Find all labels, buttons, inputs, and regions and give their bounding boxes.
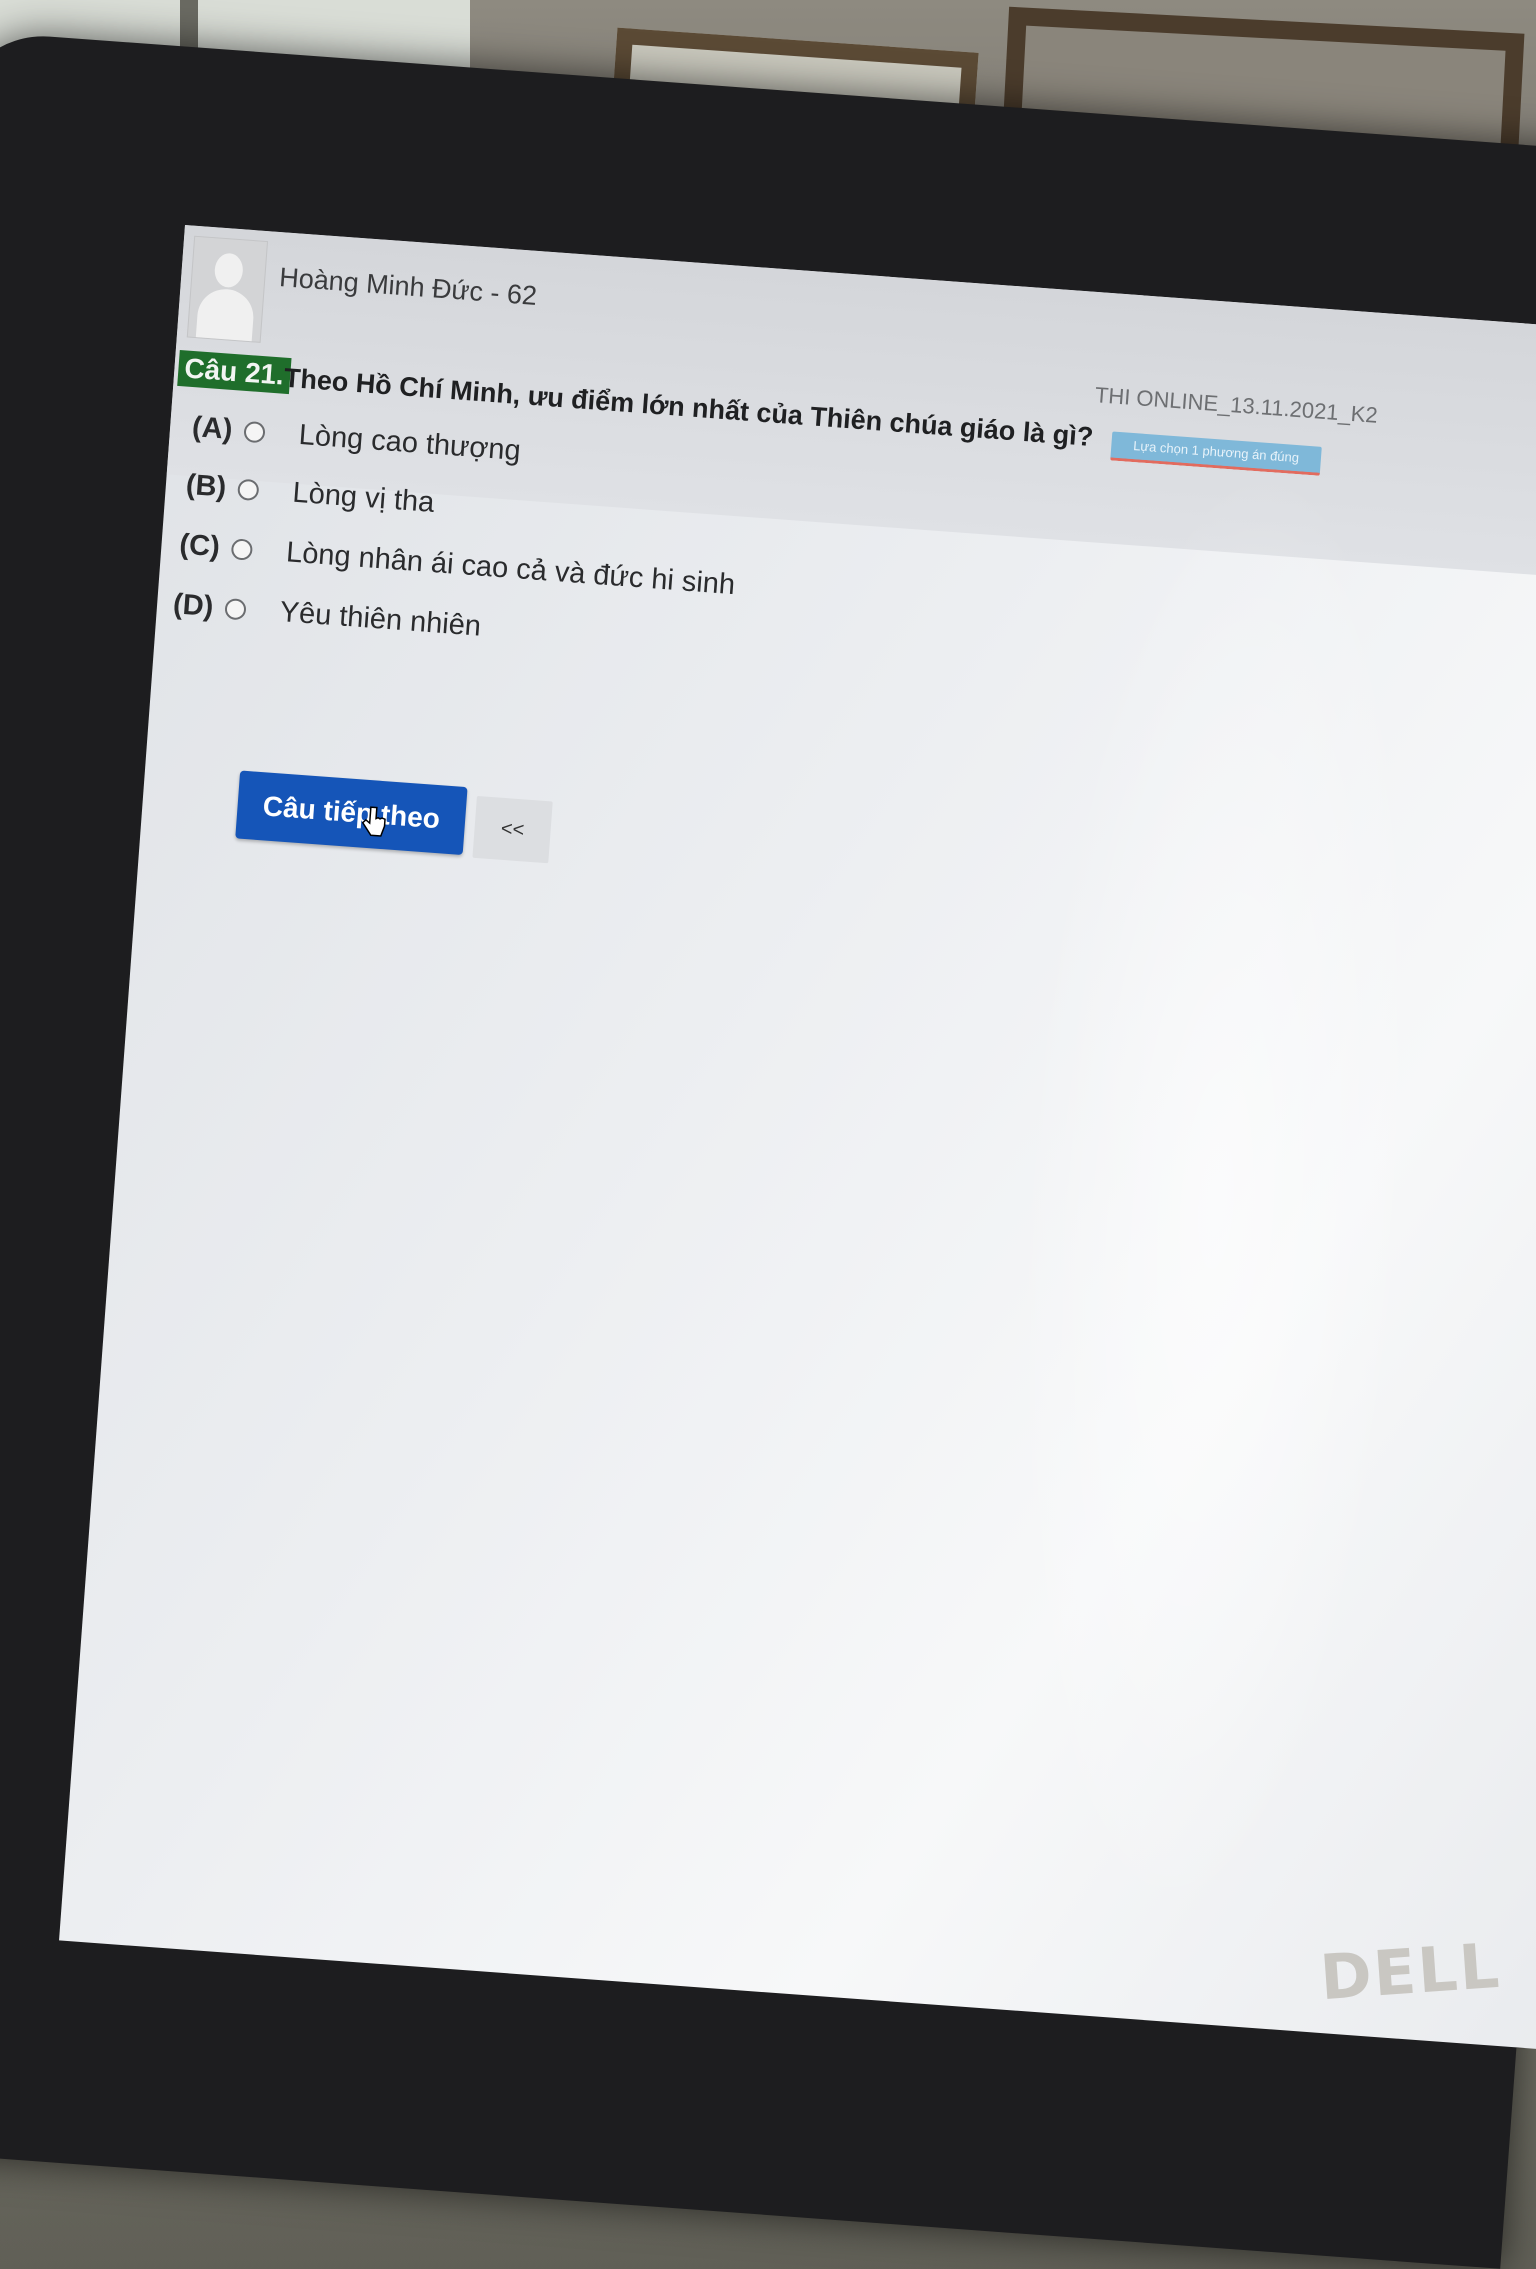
- laptop-screen: Hoàng Minh Đức - 62 THI ONLINE_13.11.202…: [59, 225, 1536, 2051]
- brand-logo: DELL: [1317, 1928, 1504, 2015]
- option-key: (A): [191, 411, 234, 446]
- radio-icon[interactable]: [224, 597, 247, 621]
- hand-cursor-icon: [361, 806, 386, 837]
- avatar: [186, 235, 269, 343]
- option-key: (D): [172, 588, 215, 624]
- option-c[interactable]: (C) Lòng nhân ái cao cả và đức hi sinh: [178, 529, 736, 603]
- option-key: (C): [178, 528, 221, 564]
- option-text: Lòng nhân ái cao cả và đức hi sinh: [285, 536, 737, 602]
- option-text: Yêu thiên nhiên: [278, 596, 483, 643]
- radio-icon[interactable]: [237, 478, 260, 502]
- radio-icon[interactable]: [243, 420, 266, 444]
- option-d[interactable]: (D) Yêu thiên nhiên: [172, 588, 482, 644]
- previous-button[interactable]: <<: [472, 795, 553, 864]
- next-question-button[interactable]: Câu tiếp theo: [235, 770, 468, 856]
- screen-glare: [961, 440, 1471, 1966]
- radio-icon[interactable]: [230, 538, 254, 561]
- option-key: (B): [184, 468, 228, 504]
